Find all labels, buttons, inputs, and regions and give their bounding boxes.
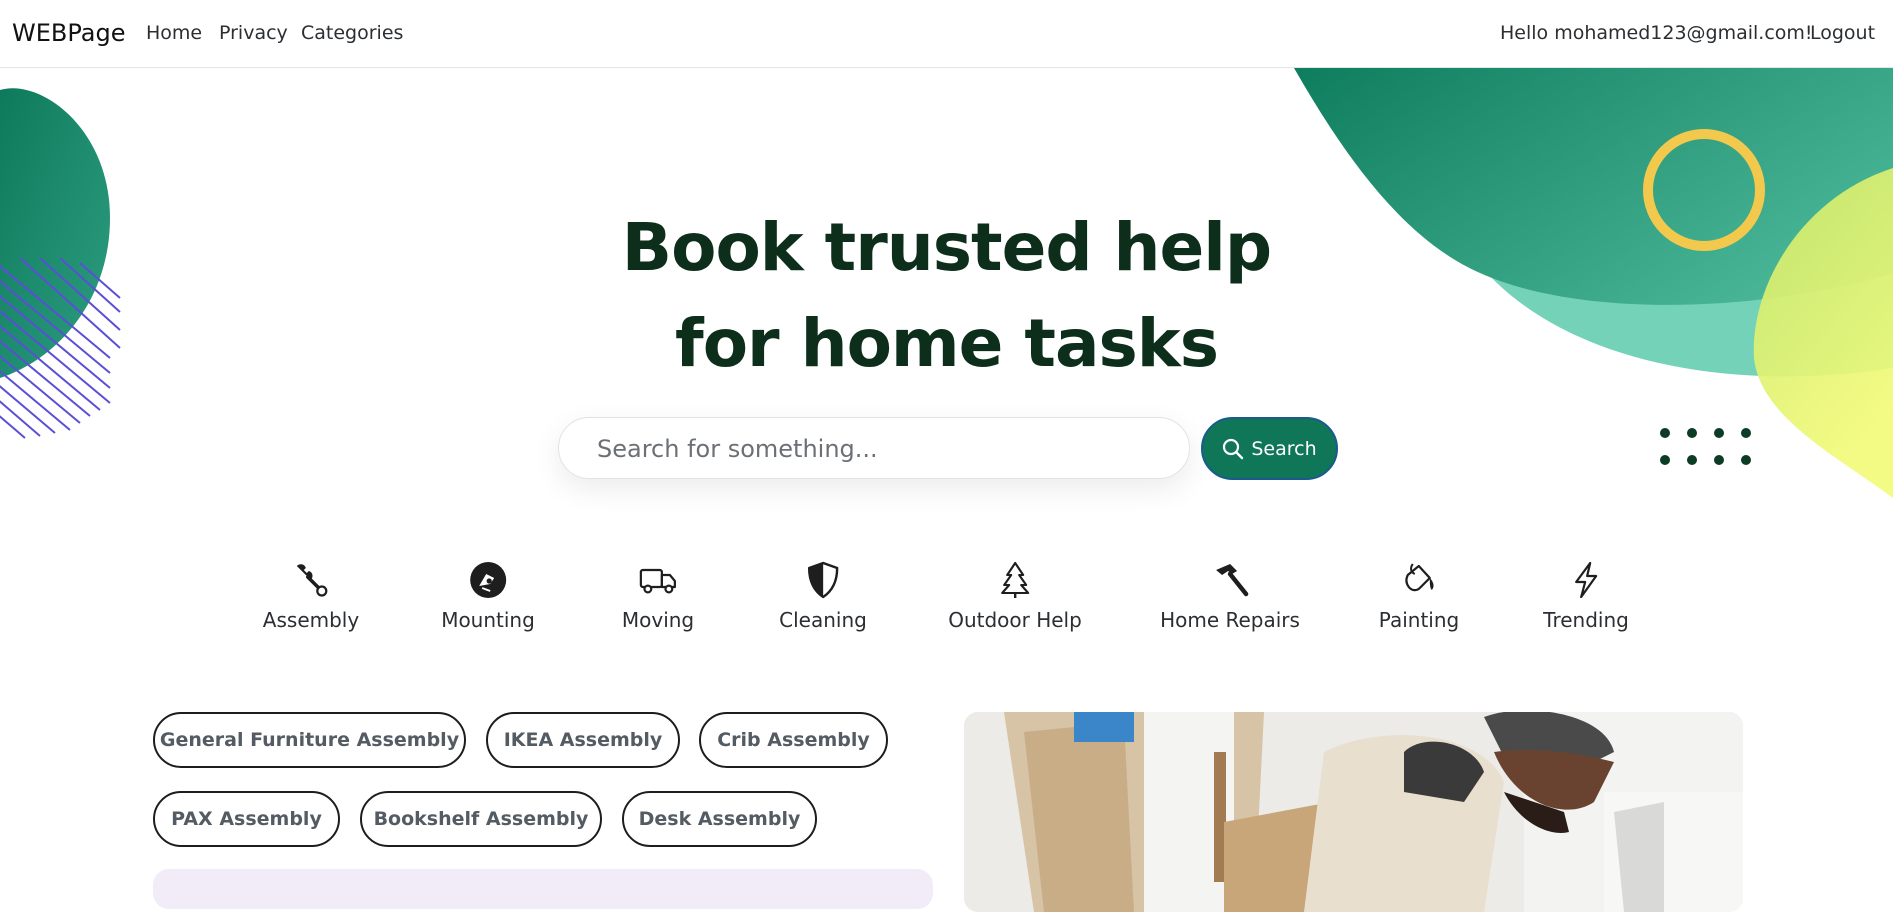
hero-heading-line1: Book trusted help xyxy=(621,209,1272,286)
category-moving[interactable]: Moving xyxy=(622,560,694,632)
category-label: Home Repairs xyxy=(1160,608,1300,632)
top-navbar: WEBPage Home Privacy Categories Hello mo… xyxy=(0,0,1893,68)
user-greeting: Hello mohamed123@gmail.com! xyxy=(1500,22,1813,44)
brand-logo[interactable]: WEBPage xyxy=(12,19,125,47)
hero-heading: Book trusted help for home tasks xyxy=(0,200,1893,392)
category-label: Assembly xyxy=(262,608,360,632)
search-button-label: Search xyxy=(1251,437,1317,460)
chip-bookshelf-assembly[interactable]: Bookshelf Assembly xyxy=(360,791,602,847)
chip-desk-assembly[interactable]: Desk Assembly xyxy=(622,791,817,847)
furniture-assembly-photo xyxy=(964,712,1743,912)
category-label: Mounting xyxy=(441,608,535,632)
category-trending[interactable]: Trending xyxy=(1543,560,1629,632)
chip-ikea-assembly[interactable]: IKEA Assembly xyxy=(486,712,680,768)
truck-icon xyxy=(639,568,677,594)
category-label: Cleaning xyxy=(779,608,867,632)
paint-bucket-icon xyxy=(1405,563,1434,592)
nav-link-home[interactable]: Home xyxy=(146,22,202,44)
search-button[interactable]: Search xyxy=(1201,417,1338,480)
category-home-repairs[interactable]: Home Repairs xyxy=(1160,560,1300,632)
category-cleaning[interactable]: Cleaning xyxy=(779,560,867,632)
category-assembly[interactable]: Assembly xyxy=(263,560,359,632)
chip-general-furniture-assembly[interactable]: General Furniture Assembly xyxy=(153,712,466,768)
lightning-icon xyxy=(1574,561,1598,599)
category-label: Trending xyxy=(1543,608,1629,632)
nav-link-privacy[interactable]: Privacy xyxy=(219,22,288,44)
logout-link[interactable]: Logout xyxy=(1810,22,1875,44)
search-icon xyxy=(1223,438,1244,459)
category-label: Painting xyxy=(1378,608,1460,632)
search-field xyxy=(558,417,1190,480)
promo-card xyxy=(153,869,933,909)
category-outdoor-help[interactable]: Outdoor Help xyxy=(948,560,1082,632)
search-input[interactable] xyxy=(595,418,1159,480)
shield-icon xyxy=(807,561,839,599)
category-painting[interactable]: Painting xyxy=(1379,560,1459,632)
tree-icon xyxy=(1000,561,1030,598)
worker-image xyxy=(964,712,1743,912)
wrench-icon xyxy=(297,564,328,597)
category-label: Outdoor Help xyxy=(948,608,1082,632)
hammer-icon xyxy=(1216,564,1249,597)
category-label: Moving xyxy=(621,608,695,632)
hero-heading-line2: for home tasks xyxy=(675,305,1219,382)
mounting-icon xyxy=(470,562,506,598)
nav-link-categories[interactable]: Categories xyxy=(301,22,403,44)
category-mounting[interactable]: Mounting xyxy=(441,560,535,632)
chip-pax-assembly[interactable]: PAX Assembly xyxy=(153,791,340,847)
chip-crib-assembly[interactable]: Crib Assembly xyxy=(699,712,888,768)
